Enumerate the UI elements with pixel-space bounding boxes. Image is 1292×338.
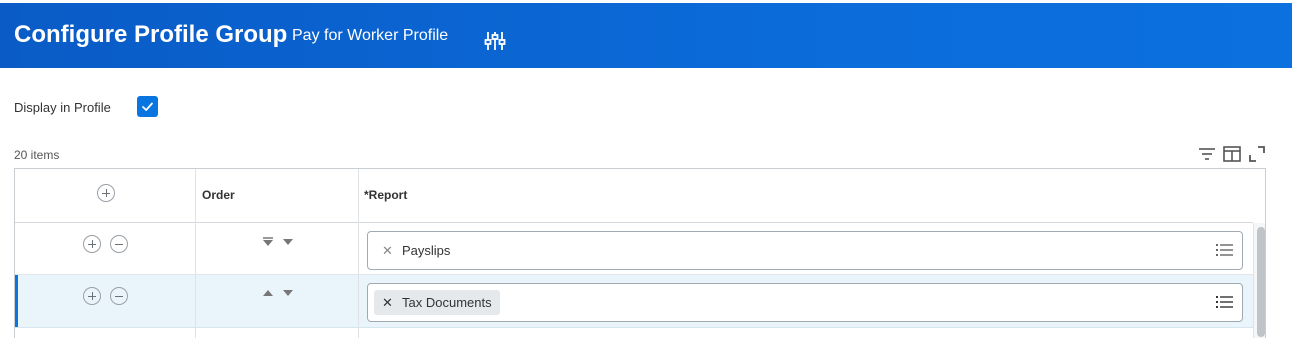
report-pill: ✕ Tax Documents bbox=[374, 290, 500, 315]
grid-scrollbar[interactable] bbox=[1253, 223, 1265, 338]
remove-row-icon[interactable] bbox=[110, 287, 128, 305]
report-prompt[interactable]: ✕ Tax Documents bbox=[367, 283, 1243, 322]
report-prompt[interactable]: ✕ Payslips bbox=[367, 231, 1243, 270]
add-row-icon[interactable] bbox=[97, 184, 115, 202]
column-divider bbox=[358, 169, 359, 338]
display-in-profile-label: Display in Profile bbox=[14, 100, 111, 115]
selected-row-indicator bbox=[15, 275, 18, 327]
remove-row-icon[interactable] bbox=[110, 235, 128, 253]
move-down-icon[interactable] bbox=[282, 237, 294, 247]
insert-row-icon[interactable] bbox=[83, 287, 101, 305]
table-row: ✕ Payslips bbox=[15, 223, 1253, 275]
report-grid: Order *Report ✕ Payslips ✕ Tax Documents bbox=[14, 168, 1266, 338]
table-row-selected: ✕ Tax Documents bbox=[15, 275, 1253, 328]
prompt-list-icon[interactable] bbox=[1216, 295, 1233, 309]
item-count: 20 items bbox=[14, 148, 60, 162]
prompt-list-icon[interactable] bbox=[1216, 243, 1233, 257]
move-to-bottom-icon[interactable] bbox=[262, 237, 274, 247]
scrollbar-thumb[interactable] bbox=[1257, 227, 1265, 337]
checkmark-icon bbox=[142, 102, 153, 111]
insert-row-icon[interactable] bbox=[83, 235, 101, 253]
report-name: Tax Documents bbox=[402, 295, 492, 310]
related-actions-sliders-icon[interactable] bbox=[484, 30, 506, 52]
page-subtitle: Pay for Worker Profile bbox=[292, 27, 449, 44]
column-layout-icon[interactable] bbox=[1223, 145, 1241, 163]
move-up-icon[interactable] bbox=[262, 288, 274, 298]
column-header-order: Order bbox=[202, 188, 235, 202]
report-pill: ✕ Payslips bbox=[374, 238, 458, 263]
remove-selection-icon[interactable]: ✕ bbox=[382, 238, 393, 263]
display-in-profile-checkbox[interactable] bbox=[137, 96, 158, 117]
filter-icon[interactable] bbox=[1198, 145, 1216, 163]
page-title: Configure Profile Group bbox=[14, 21, 288, 48]
report-name: Payslips bbox=[402, 243, 451, 258]
fullscreen-icon[interactable] bbox=[1248, 145, 1266, 163]
remove-selection-icon[interactable]: ✕ bbox=[382, 290, 393, 315]
move-down-icon[interactable] bbox=[282, 288, 294, 298]
grid-header-row: Order *Report bbox=[15, 169, 1253, 223]
column-divider bbox=[195, 169, 196, 338]
page-header: Configure Profile Group Pay for Worker P… bbox=[0, 3, 1292, 68]
column-header-report: *Report bbox=[364, 188, 408, 202]
